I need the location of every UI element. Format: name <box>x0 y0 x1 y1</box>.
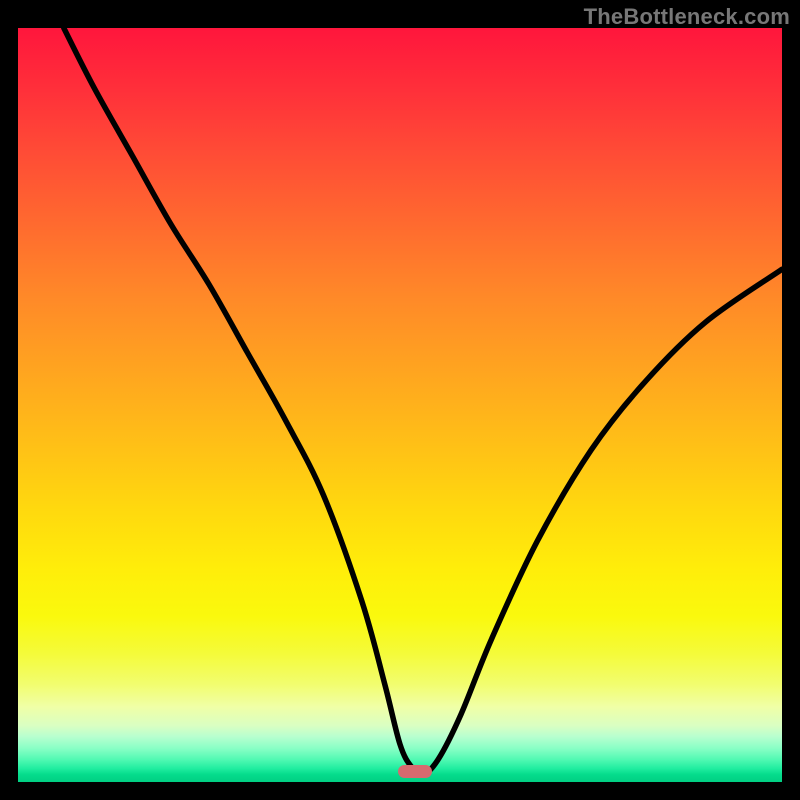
plot-area <box>18 28 782 782</box>
watermark-text: TheBottleneck.com <box>584 4 790 30</box>
chart-frame: TheBottleneck.com <box>0 0 800 800</box>
bottleneck-curve <box>18 28 782 782</box>
optimal-marker <box>398 765 432 778</box>
